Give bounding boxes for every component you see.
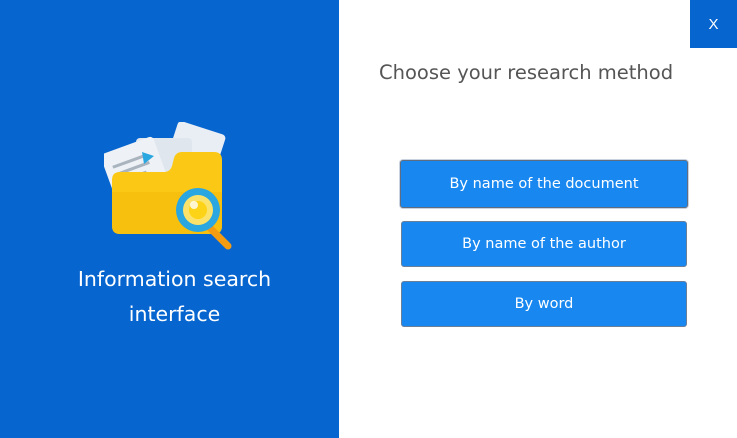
page-title: Choose your research method: [379, 61, 674, 84]
close-button[interactable]: X: [690, 0, 737, 48]
folder-search-icon: [104, 122, 232, 250]
search-by-word-button[interactable]: By word: [401, 281, 687, 327]
search-by-author-button[interactable]: By name of the author: [401, 221, 687, 267]
app-title: Information search interface: [0, 262, 349, 332]
search-by-document-button[interactable]: By name of the document: [400, 160, 688, 208]
app-title-line2: interface: [128, 302, 221, 326]
sidebar-panel: Information search interface: [0, 0, 339, 438]
app-title-line1: Information search: [77, 267, 272, 291]
